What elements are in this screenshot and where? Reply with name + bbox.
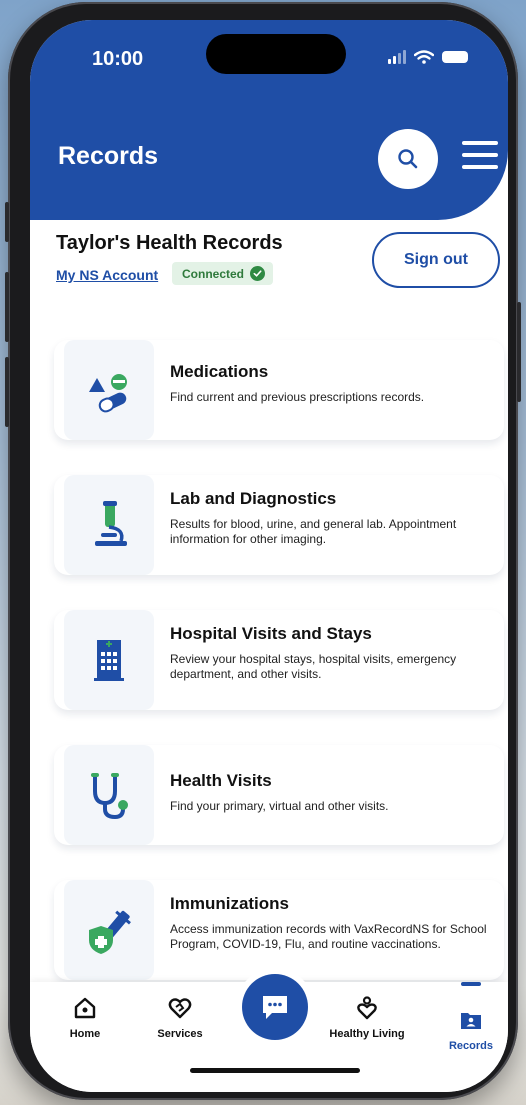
record-card-hospital-visits[interactable]: Hospital Visits and Stays Review your ho… [54,610,504,710]
connected-badge: Connected [172,262,274,285]
wifi-icon [414,50,434,64]
dynamic-island [206,34,346,74]
volume-up-button [5,272,9,342]
home-icon [74,997,96,1019]
volume-down-button [5,357,9,427]
record-card-immunizations[interactable]: Immunizations Access immunization record… [54,880,504,980]
card-title: Health Visits [170,771,272,790]
battery-icon [442,51,468,63]
card-description: Review your hospital stays, hospital vis… [170,652,457,681]
record-card-health-visits[interactable]: Health Visits Find your primary, virtual… [54,745,504,845]
record-card-lab-diagnostics[interactable]: Lab and Diagnostics Results for blood, u… [54,475,504,575]
stethoscope-icon [91,773,128,820]
home-indicator [190,1068,360,1073]
signal-icon [388,50,406,64]
hamburger-icon-line [462,165,498,169]
nav-records[interactable]: Records [426,996,508,1052]
card-description: Results for blood, urine, and general la… [170,517,457,546]
status-time: 10:00 [92,48,144,70]
card-icon-container [64,610,154,710]
card-description: Access immunization records with VaxReco… [170,922,487,951]
card-title: Hospital Visits and Stays [170,624,372,643]
app-header: 10:00 Records [30,20,508,220]
check-icon [250,266,266,281]
action-button [5,202,9,242]
sign-out-button[interactable]: Sign out [372,232,500,288]
app-screen: 10:00 Records Taylor's Health Records My… [30,20,508,1092]
nav-healthy-living-label: Healthy Living [329,1028,405,1040]
card-title: Medications [170,362,269,381]
connected-label: Connected [182,266,245,281]
menu-button[interactable] [462,141,498,169]
record-card-medications[interactable]: Medications Find current and previous pr… [54,340,504,440]
chat-bubble-icon [263,996,287,1019]
search-icon [398,149,418,169]
my-ns-account-link[interactable]: My NS Account [56,267,158,283]
bottom-navigation: Home Services Healthy Living Records [30,974,508,1092]
active-tab-indicator [461,982,481,986]
phone-frame: 10:00 Records Taylor's Health Records My… [5,2,521,1100]
chat-button[interactable] [242,974,308,1040]
hamburger-icon-line [462,141,498,145]
nav-records-label: Records [448,1040,494,1052]
search-button[interactable] [378,129,438,189]
hamburger-icon-line [462,153,498,157]
pills-icon [89,374,127,413]
nav-home-label: Home [69,1028,101,1040]
healthy-living-icon [357,996,377,1020]
card-icon-container [64,340,154,440]
status-icons [388,50,468,64]
card-description: Find your primary, virtual and other vis… [170,799,389,813]
profile-title: Taylor's Health Records [56,232,283,254]
nav-healthy-living[interactable]: Healthy Living [322,996,412,1040]
hospital-icon [94,640,124,681]
vaccine-shield-icon [89,910,131,954]
nav-services-label: Services [157,1028,203,1040]
card-description: Find current and previous prescriptions … [170,390,425,404]
card-icon-container [64,880,154,980]
services-heart-icon [168,998,192,1019]
nav-services[interactable]: Services [135,996,225,1040]
card-title: Immunizations [170,894,290,913]
power-button [517,302,521,402]
card-icon-container [64,745,154,845]
records-folder-icon [461,1013,481,1029]
nav-home[interactable]: Home [40,996,130,1040]
card-icon-container [64,475,154,575]
microscope-icon [95,501,127,546]
card-title: Lab and Diagnostics [170,489,337,508]
page-title: Records [58,142,159,170]
